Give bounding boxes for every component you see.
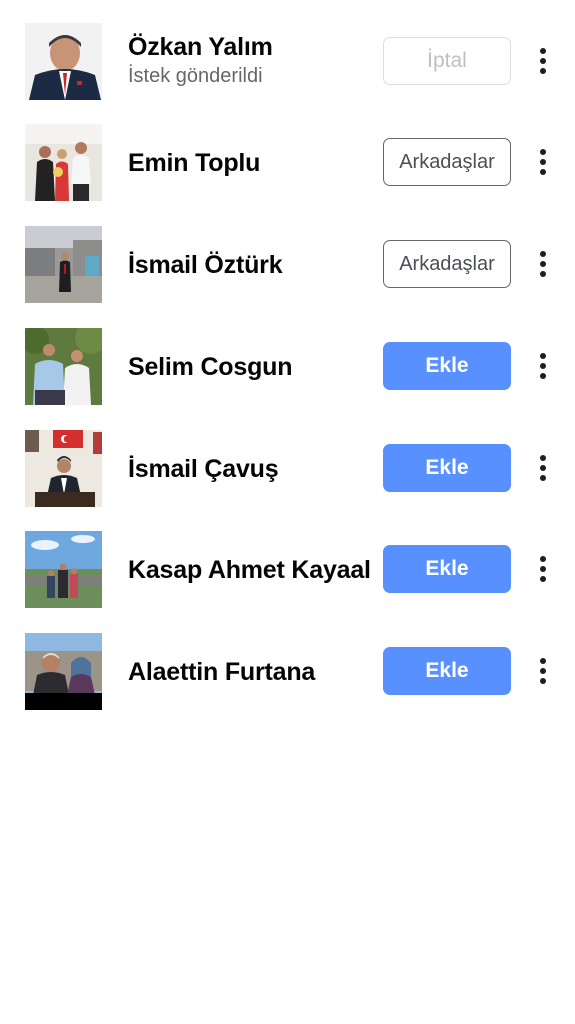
friends-button[interactable]: Arkadaşlar [383,138,511,186]
more-vertical-icon[interactable] [530,144,556,180]
friend-name[interactable]: İsmail Öztürk [128,251,283,280]
list-item[interactable]: Selim Cosgun Ekle [0,328,575,430]
avatar[interactable] [25,633,102,710]
avatar[interactable] [25,124,102,201]
more-vertical-icon[interactable] [530,348,556,384]
list-item[interactable]: İsmail Çavuş Ekle [0,430,575,532]
more-vertical-icon[interactable] [530,450,556,486]
list-item[interactable]: Özkan Yalım İstek gönderildi İptal [0,23,575,125]
add-friend-button[interactable]: Ekle [383,444,511,492]
friend-name[interactable]: Selim Cosgun [128,353,292,382]
friend-name[interactable]: Kasap Ahmet Kayaal [128,556,371,585]
add-friend-button[interactable]: Ekle [383,342,511,390]
cancel-request-button[interactable]: İptal [383,37,511,85]
add-friend-button[interactable]: Ekle [383,647,511,695]
friends-button[interactable]: Arkadaşlar [383,240,511,288]
list-item[interactable]: Emin Toplu Arkadaşlar [0,124,575,226]
avatar[interactable] [25,328,102,405]
list-item[interactable]: Kasap Ahmet Kayaal Ekle [0,531,575,633]
avatar[interactable] [25,226,102,303]
avatar[interactable] [25,23,102,100]
more-vertical-icon[interactable] [530,246,556,282]
friend-name[interactable]: İsmail Çavuş [128,455,279,484]
more-vertical-icon[interactable] [530,43,556,79]
friend-name[interactable]: Özkan Yalım [128,33,273,62]
avatar[interactable] [25,430,102,507]
list-item[interactable]: İsmail Öztürk Arkadaşlar [0,226,575,328]
friend-status: İstek gönderildi [128,65,263,87]
list-item[interactable]: Alaettin Furtana Ekle [0,633,575,735]
friend-name[interactable]: Emin Toplu [128,149,260,178]
avatar[interactable] [25,531,102,608]
more-vertical-icon[interactable] [530,551,556,587]
more-vertical-icon[interactable] [530,653,556,689]
friend-name[interactable]: Alaettin Furtana [128,658,315,687]
add-friend-button[interactable]: Ekle [383,545,511,593]
